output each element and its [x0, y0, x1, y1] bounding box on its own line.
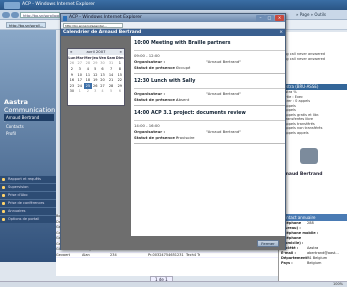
- event-presence: Statut de présence :Occupé: [134, 64, 191, 70]
- divider: [134, 50, 285, 51]
- brand-line-2: Communication: [4, 106, 56, 114]
- event-presence: Statut de présence :Absent: [134, 96, 190, 102]
- menu-item-directory[interactable]: Annuaires: [0, 207, 56, 215]
- popup-body: « avril 2007 » Lun Mar Mer Jeu Ven Sam D…: [61, 36, 285, 250]
- portal-user-box: Arnaud Bertrand Contacts Profil: [4, 114, 54, 137]
- page-tools-menu[interactable]: » Page » Outils: [296, 12, 326, 17]
- weekday-label: Mer: [84, 55, 92, 60]
- calendar-close-icon[interactable]: ×: [279, 29, 283, 36]
- background-url-field[interactable]: http://bo.sn/sprol/portal/: [20, 12, 60, 18]
- calendar-day[interactable]: 6: [116, 89, 124, 95]
- menu-item-supervision[interactable]: Supervision: [0, 183, 56, 191]
- menu-item-portal-options[interactable]: Options de portail: [0, 215, 56, 223]
- zoom-level[interactable]: 100%: [333, 282, 343, 286]
- calendar-popup-window: ACP - Windows Internet Explorer – □ × ht…: [60, 13, 286, 250]
- status-bar: 100%: [0, 281, 347, 287]
- next-month-icon[interactable]: »: [120, 49, 122, 55]
- background-tab[interactable]: http://bo.sn/sprol/...: [6, 22, 46, 28]
- weekday-label: Dim: [115, 55, 124, 60]
- event-title: 12:30 Lunch with Sally: [134, 79, 196, 84]
- agenda-event[interactable]: 14:00 ACP 3.1 project: documents review …: [134, 109, 285, 144]
- call-log-line: ning call never answered: [281, 56, 325, 61]
- calendar-day[interactable]: 5: [106, 89, 115, 95]
- agenda-event[interactable]: 12:30 Lunch with Sally Organisateur : "Ar…: [134, 77, 285, 106]
- calendar-header: Calendrier de Arnaud Bertrand ×: [61, 29, 285, 36]
- table-row[interactable]: Gevaert Alan 234 Pr-00324754651231 Tech4 Tr: [56, 253, 278, 258]
- menu-item-subscription[interactable]: Prise d'Abo: [0, 191, 56, 199]
- calendar-grid: Lun Mar Mer Jeu Ven Sam Dim 26 27 28 29 …: [68, 55, 124, 94]
- contact-row: Pays : Belgium: [281, 261, 322, 265]
- portal-user-name: Arnaud Bertrand: [4, 114, 54, 121]
- calendar-title: Calendrier de Arnaud Bertrand: [63, 30, 142, 35]
- weekday-label: Jeu: [92, 55, 99, 60]
- event-title: 14:00 ACP 3.1 project: documents review: [134, 111, 246, 116]
- forward-button[interactable]: [11, 12, 19, 18]
- browser-icon: [4, 2, 20, 9]
- close-button[interactable]: Fermer: [257, 240, 279, 247]
- calendar-month: avril 2007: [86, 49, 106, 54]
- calendar-day[interactable]: 3: [92, 89, 99, 95]
- right-pane-top: ning call never answered ning call never…: [279, 52, 347, 84]
- weekday-label: Ven: [98, 55, 107, 60]
- contacts-link[interactable]: Contacts: [4, 123, 54, 130]
- mini-calendar: « avril 2007 » Lun Mar Mer Jeu Ven Sam D…: [67, 48, 125, 106]
- back-button[interactable]: [2, 12, 10, 18]
- close-icon[interactable]: ×: [275, 15, 284, 21]
- prev-month-icon[interactable]: «: [70, 49, 72, 55]
- weekday-label: Sam: [106, 55, 116, 60]
- popup-window-title: ACP - Windows Internet Explorer: [69, 15, 142, 20]
- background-title-bar: ACP - Windows Internet Explorer: [0, 0, 347, 10]
- divider: [134, 120, 285, 121]
- menu-item-reports[interactable]: Rapport et requêts: [0, 175, 56, 183]
- popup-address-bar: http://bo.sn/sprol/agenda/...: [61, 22, 285, 29]
- maximize-icon[interactable]: □: [265, 15, 274, 21]
- contact-panel-header: Contact annuaire: [279, 214, 347, 221]
- right-info-pane: ning call never answered ning call never…: [278, 32, 347, 214]
- profile-link[interactable]: Profil: [4, 130, 54, 137]
- popup-title-bar: ACP - Windows Internet Explorer – □ ×: [61, 14, 285, 22]
- agenda-list: 10:00 Meeting with Braille partners 09:0…: [131, 36, 285, 236]
- menu-item-conferences[interactable]: Prise de conférences: [0, 199, 56, 207]
- portal-sidebar: Aastra Communication portal: [0, 30, 56, 262]
- brand-line-1: Aastra: [4, 98, 28, 106]
- calendar-month-header: « avril 2007 »: [68, 49, 124, 55]
- event-title: 10:00 Meeting with Braille partners: [134, 41, 231, 46]
- browser-icon: [63, 15, 67, 21]
- event-presence: Statut de présence :Provisoire: [134, 134, 195, 140]
- contact-name: Arnaud Bertrand: [280, 172, 323, 177]
- popup-url-field[interactable]: http://bo.sn/sprol/agenda/...: [63, 23, 123, 28]
- stat-line: 0 appels appels: [281, 130, 309, 135]
- portal-menu: Rapport et requêts Supervision Prise d'A…: [0, 175, 56, 223]
- weekday-label: Lun: [68, 55, 76, 60]
- agenda-event[interactable]: 10:00 Meeting with Braille partners 09:0…: [134, 39, 285, 74]
- avatar: [300, 148, 318, 164]
- calendar-day[interactable]: 4: [99, 89, 107, 95]
- calendar-day[interactable]: 1: [76, 89, 84, 95]
- calendar-day[interactable]: 30: [68, 89, 76, 95]
- contact-panel: Contact annuaire Téléphone 288 (bureau) :…: [278, 214, 347, 287]
- background-window-title: ACP - Windows Internet Explorer: [22, 2, 95, 7]
- calendar-day[interactable]: 2: [84, 89, 92, 95]
- weekday-label: Mar: [76, 55, 84, 60]
- divider: [134, 88, 285, 89]
- minimize-icon[interactable]: –: [256, 15, 265, 21]
